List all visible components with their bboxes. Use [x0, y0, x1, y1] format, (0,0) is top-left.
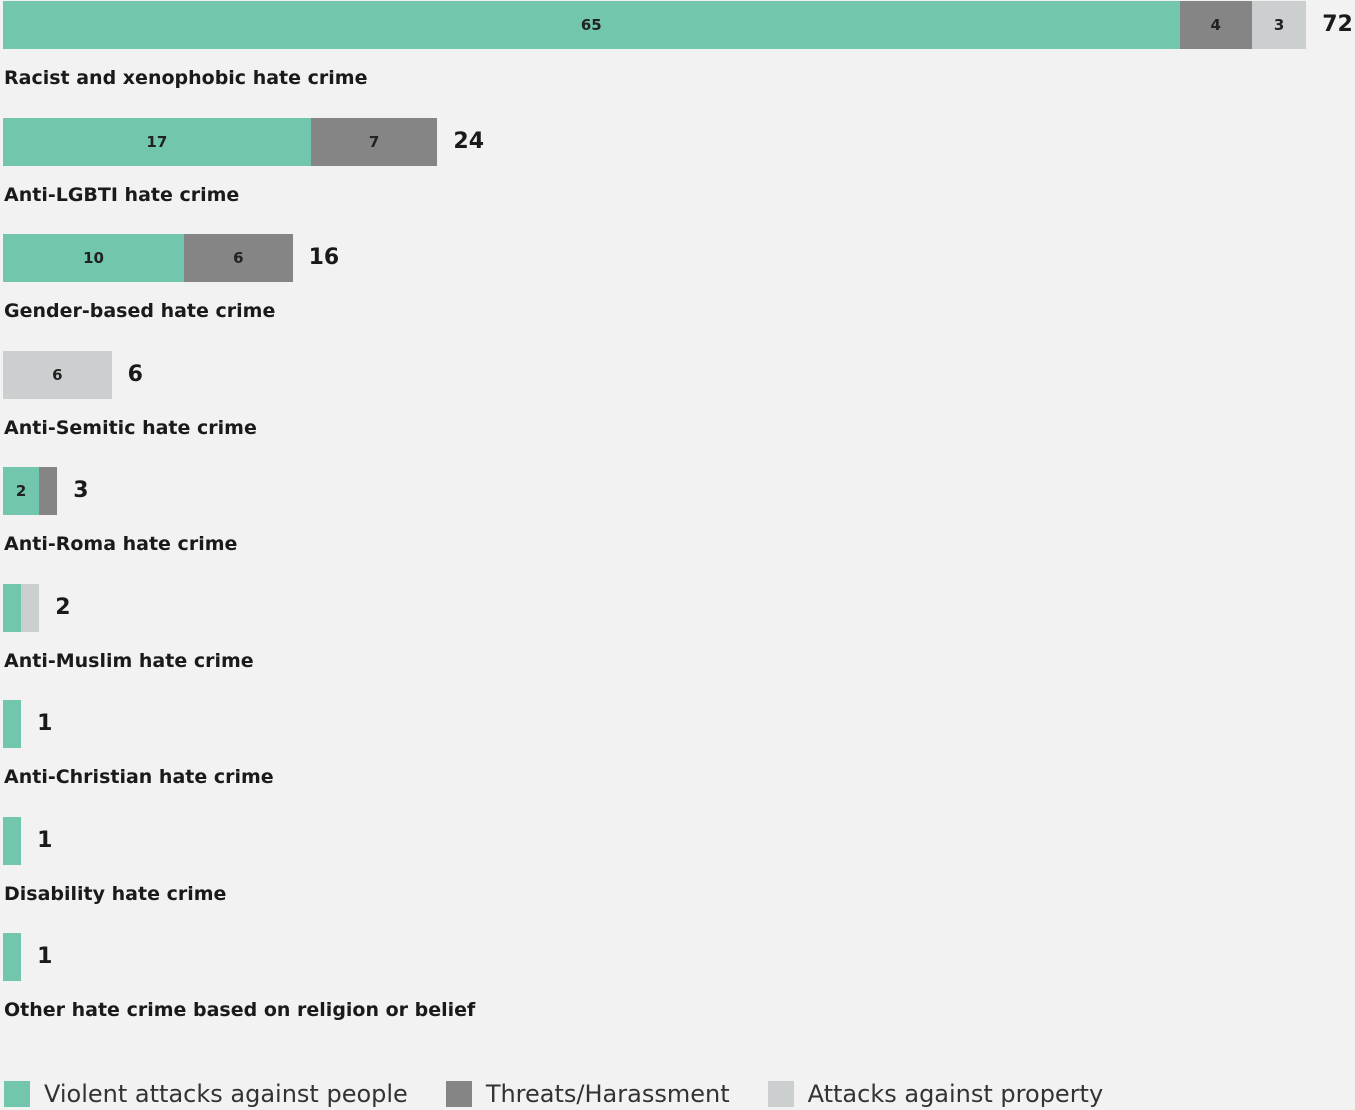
bar-segment-anti-roma-hate-crime-violent-attacks-against-people: 2 [3, 467, 40, 515]
bar-segment-anti-lgbti-hate-crime-violent-attacks-against-people: 17 [3, 117, 311, 166]
legend-swatch-violent-attacks [4, 1081, 30, 1107]
category-label-anti-lgbti-hate-crime: Anti-LGBTI hate crime [4, 183, 240, 206]
segment-value-label: 3 [1273, 16, 1285, 34]
legend-item-violent-attacks: Violent attacks against people [4, 1080, 408, 1108]
segment-value-label: 6 [233, 249, 244, 267]
category-label-other-hate-crime-based-on-religion-or-belief: Other hate crime based on religion or be… [4, 999, 476, 1021]
segment-value-label: 65 [580, 16, 602, 34]
legend-swatch-attacks-against-property [767, 1081, 794, 1107]
bar-total-label: 2 [55, 594, 71, 620]
bar-segment-anti-roma-hate-crime-threats-harassment [39, 467, 58, 515]
bar-total-label: 1 [37, 827, 53, 853]
bar-total-label: 6 [127, 361, 143, 387]
bar-total-label: 16 [308, 245, 340, 270]
category-label-anti-christian-hate-crime: Anti-Christian hate crime [4, 766, 274, 788]
bar-segment-anti-semitic-hate-crime-attacks-against-property: 6 [3, 350, 112, 399]
bar-segment-anti-christian-hate-crime-violent-attacks-against-people [3, 700, 22, 748]
bar-segment-gender-based-hate-crime-threats-harassment: 6 [184, 234, 293, 282]
category-label-racist-and-xenophobic-hate-crime: Racist and xenophobic hate crime [4, 67, 368, 89]
stacked-bar-chart: 65 4 3 72 Racist and xenophobic hate crime 17… [0, 0, 1355, 1050]
bar-total-label: 72 [1322, 12, 1353, 37]
legend-item-attacks-against-property: Attacks against property [767, 1080, 1104, 1108]
legend: Violent attacks against people Threats/H… [4, 1078, 1141, 1110]
bar-total-label: 1 [37, 711, 53, 736]
segment-value-label: 7 [368, 132, 380, 151]
legend-swatch-threats-harassment [445, 1081, 472, 1107]
category-label-anti-semitic-hate-crime: Anti-Semitic hate crime [4, 416, 257, 439]
segment-value-label: 6 [52, 365, 63, 384]
bar-segment-other-hate-crime-based-on-religion-or-belief-violent-attacks-against-people [3, 933, 22, 981]
bar-segment-gender-based-hate-crime-violent-attacks-against-people: 10 [3, 234, 184, 282]
bar-segment-racist-and-xenophobic-hate-crime-threats-harassment: 4 [1179, 1, 1252, 49]
category-label-gender-based-hate-crime: Gender-based hate crime [4, 300, 276, 322]
bar-total-label: 24 [453, 128, 485, 154]
legend-label-attacks-against-property: Attacks against property [807, 1080, 1104, 1108]
bar-segment-racist-and-xenophobic-hate-crime-violent-attacks-against-people: 65 [3, 1, 1180, 49]
segment-value-label: 4 [1210, 16, 1221, 34]
category-label-anti-roma-hate-crime: Anti-Roma hate crime [4, 533, 238, 555]
bar-segment-disability-hate-crime-violent-attacks-against-people [3, 816, 22, 865]
category-label-disability-hate-crime: Disability hate crime [4, 882, 227, 905]
segment-value-label: 2 [15, 482, 27, 500]
bar-segment-anti-muslim-hate-crime-attacks-against-property [21, 583, 40, 632]
segment-value-label: 17 [146, 132, 168, 151]
category-label-anti-muslim-hate-crime: Anti-Muslim hate crime [4, 649, 254, 672]
legend-item-threats-harassment: Threats/Harassment [445, 1080, 730, 1108]
bar-segment-anti-lgbti-hate-crime-threats-harassment: 7 [310, 117, 438, 166]
bar-total-label: 1 [37, 944, 53, 969]
legend-label-violent-attacks: Violent attacks against people [44, 1080, 408, 1108]
bar-segment-anti-muslim-hate-crime-violent-attacks-against-people [3, 583, 22, 632]
bar-segment-racist-and-xenophobic-hate-crime-attacks-against-property: 3 [1251, 1, 1307, 49]
bar-total-label: 3 [73, 478, 89, 503]
segment-value-label: 10 [83, 249, 104, 267]
legend-label-threats-harassment: Threats/Harassment [485, 1080, 730, 1108]
